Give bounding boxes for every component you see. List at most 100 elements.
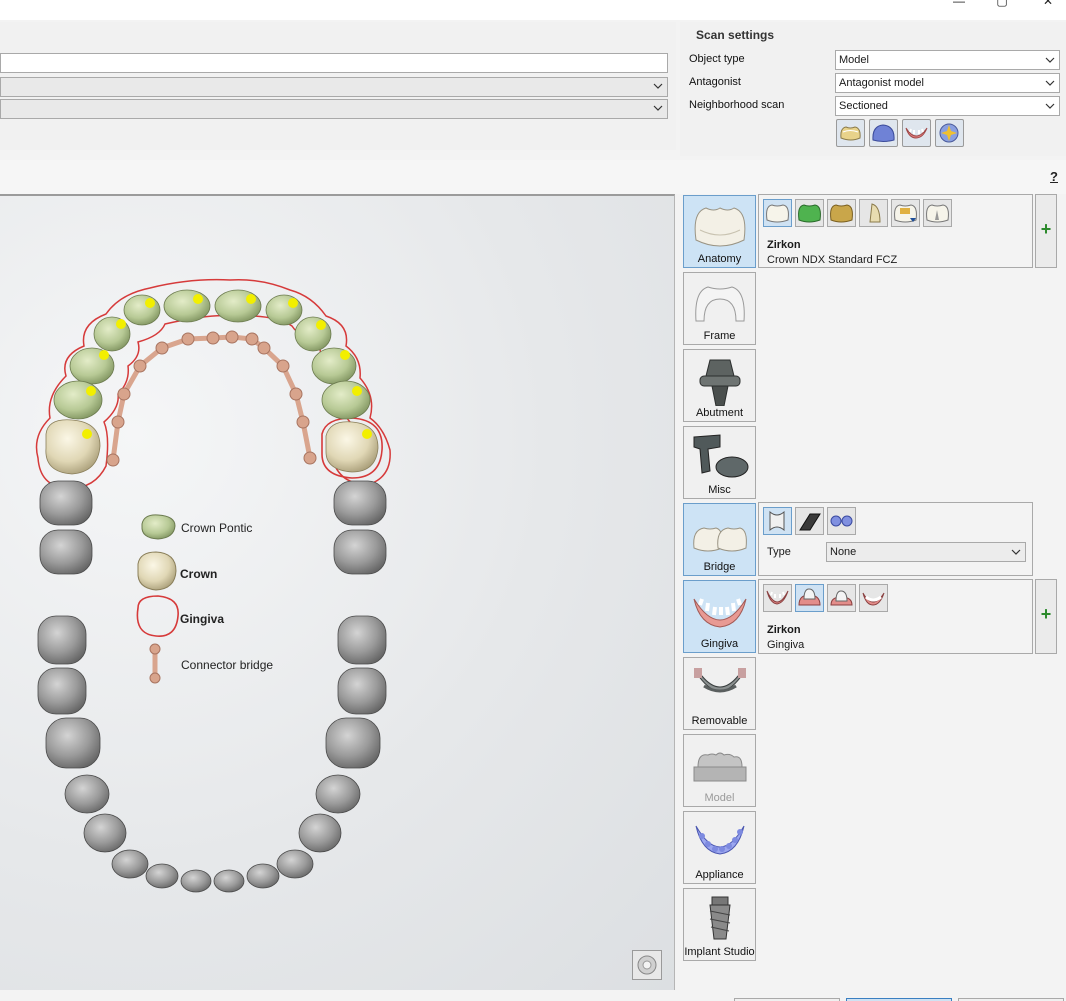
bridge-connector-icon[interactable] xyxy=(763,507,792,535)
tooth-gray[interactable] xyxy=(83,813,127,853)
tooth-scan-icon[interactable] xyxy=(836,119,865,147)
tool-gingiva[interactable]: Gingiva xyxy=(683,580,756,653)
object-type-value: Model xyxy=(839,54,869,66)
anatomy-telescope-icon[interactable] xyxy=(923,199,952,227)
object-type-select[interactable]: Model xyxy=(835,50,1060,70)
tooth-gray[interactable] xyxy=(276,849,314,879)
anatomy-green-crown-icon[interactable] xyxy=(795,199,824,227)
legend-connector-label: Connector bridge xyxy=(181,658,274,672)
gingiva-segment-icon[interactable] xyxy=(827,584,856,612)
dental-arch-diagram[interactable] xyxy=(0,196,675,990)
gingiva-denture-icon xyxy=(693,598,747,628)
order-combo-2[interactable] xyxy=(0,99,668,119)
tooth-gray[interactable] xyxy=(246,863,280,889)
legend-gingiva-label: Gingiva xyxy=(180,612,225,626)
tooth-gray[interactable] xyxy=(337,615,387,665)
chevron-down-icon xyxy=(1045,80,1055,86)
bridge-pontic-icon[interactable] xyxy=(827,507,856,535)
tooth-gray[interactable] xyxy=(111,849,149,879)
implant-screw-icon xyxy=(709,896,731,940)
tooth-pontic[interactable] xyxy=(123,294,161,326)
tooth-chart-canvas[interactable]: Crown Pontic Crown Gingiva Connector bri… xyxy=(0,194,675,990)
order-combo-1[interactable] xyxy=(0,77,668,97)
gingiva-scan-icon[interactable] xyxy=(902,119,931,147)
tooth-gray[interactable] xyxy=(39,480,93,526)
chevron-down-icon xyxy=(653,105,663,111)
legend-crown-label: Crown xyxy=(180,567,218,581)
gingiva-single-icon[interactable] xyxy=(795,584,824,612)
tooth-gray[interactable] xyxy=(37,667,87,715)
tool-bridge[interactable]: Bridge xyxy=(683,503,756,576)
neighborhood-scan-value: Sectioned xyxy=(839,100,888,112)
order-text-field[interactable] xyxy=(0,53,668,73)
tooth-pontic[interactable] xyxy=(321,380,371,420)
legend-connector-node xyxy=(149,672,161,684)
anatomy-veneer-icon[interactable] xyxy=(859,199,888,227)
gingiva-mask-icon[interactable] xyxy=(859,584,888,612)
chevron-down-icon xyxy=(1011,549,1021,555)
special-scan-icon[interactable] xyxy=(935,119,964,147)
tooth-gray[interactable] xyxy=(333,480,387,526)
legend-connector-node xyxy=(149,643,161,655)
tooth-gray[interactable] xyxy=(333,529,387,575)
chevron-down-icon xyxy=(1045,103,1055,109)
tool-misc[interactable]: Misc xyxy=(683,426,756,499)
help-link[interactable]: ? xyxy=(1050,169,1058,184)
close-icon[interactable]: ✕ xyxy=(1038,0,1058,10)
model-scan-icon[interactable] xyxy=(869,119,898,147)
abutment-icon xyxy=(699,359,741,406)
anatomy-gold-crown-icon[interactable] xyxy=(827,199,856,227)
tooth-pontic[interactable] xyxy=(265,294,303,326)
antagonist-label: Antagonist xyxy=(689,76,741,88)
gingiva-material-detail: Gingiva xyxy=(767,639,805,651)
tool-gingiva-label: Gingiva xyxy=(700,638,739,650)
reset-view-icon xyxy=(637,955,657,975)
tooth-crown[interactable] xyxy=(325,421,379,473)
model-icon xyxy=(693,752,747,782)
add-gingiva-button[interactable]: + xyxy=(1035,579,1057,654)
anatomy-options-panel: Zirkon Crown NDX Standard FCZ xyxy=(758,194,1033,268)
neighborhood-scan-select[interactable]: Sectioned xyxy=(835,96,1060,116)
lower-teeth[interactable] xyxy=(37,480,387,893)
tooth-gray[interactable] xyxy=(45,717,101,769)
tooth-pontic[interactable] xyxy=(294,316,332,352)
scan-settings-title: Scan settings xyxy=(696,28,775,42)
tool-implant-studio[interactable]: Implant Studio xyxy=(683,888,756,961)
tooth-pontic[interactable] xyxy=(214,289,262,323)
legend-crown-pontic-icon xyxy=(141,514,176,540)
tool-removable[interactable]: Removable xyxy=(683,657,756,730)
tool-abutment-label: Abutment xyxy=(695,407,744,419)
tooth-pontic[interactable] xyxy=(163,289,211,323)
anatomy-inlay-icon[interactable] xyxy=(891,199,920,227)
tool-anatomy[interactable]: Anatomy xyxy=(683,195,756,268)
bridge-bar-icon[interactable] xyxy=(795,507,824,535)
antagonist-select[interactable]: Antagonist model xyxy=(835,73,1060,93)
tool-appliance[interactable]: Appliance xyxy=(683,811,756,884)
tooth-gray[interactable] xyxy=(39,529,93,575)
tooth-gray[interactable] xyxy=(145,863,179,889)
tooth-gray[interactable] xyxy=(298,813,342,853)
tooth-gray[interactable] xyxy=(325,717,381,769)
tooth-gray[interactable] xyxy=(213,869,245,893)
tooth-pontic[interactable] xyxy=(53,380,103,420)
add-anatomy-button[interactable]: + xyxy=(1035,194,1057,268)
tooth-gray[interactable] xyxy=(315,774,361,814)
tooth-gray[interactable] xyxy=(180,869,212,893)
minimize-icon[interactable]: — xyxy=(949,0,969,10)
tooth-crown[interactable] xyxy=(45,419,101,475)
tooth-gray[interactable] xyxy=(64,774,110,814)
chevron-down-icon xyxy=(1045,57,1055,63)
tooth-gray[interactable] xyxy=(337,667,387,715)
anatomy-full-crown-icon[interactable] xyxy=(763,199,792,227)
tool-removable-label: Removable xyxy=(691,715,748,727)
restore-icon[interactable]: ▢ xyxy=(992,0,1012,10)
tool-frame[interactable]: Frame xyxy=(683,272,756,345)
bridge-type-select[interactable]: None xyxy=(826,542,1026,562)
gingiva-full-arch-icon[interactable] xyxy=(763,584,792,612)
legend-crown-icon xyxy=(137,551,177,591)
tooth-gray[interactable] xyxy=(37,615,87,665)
reset-view-button[interactable] xyxy=(632,950,662,980)
connector-bridge-arc xyxy=(110,334,313,463)
tool-abutment[interactable]: Abutment xyxy=(683,349,756,422)
appliance-icon xyxy=(695,825,745,855)
